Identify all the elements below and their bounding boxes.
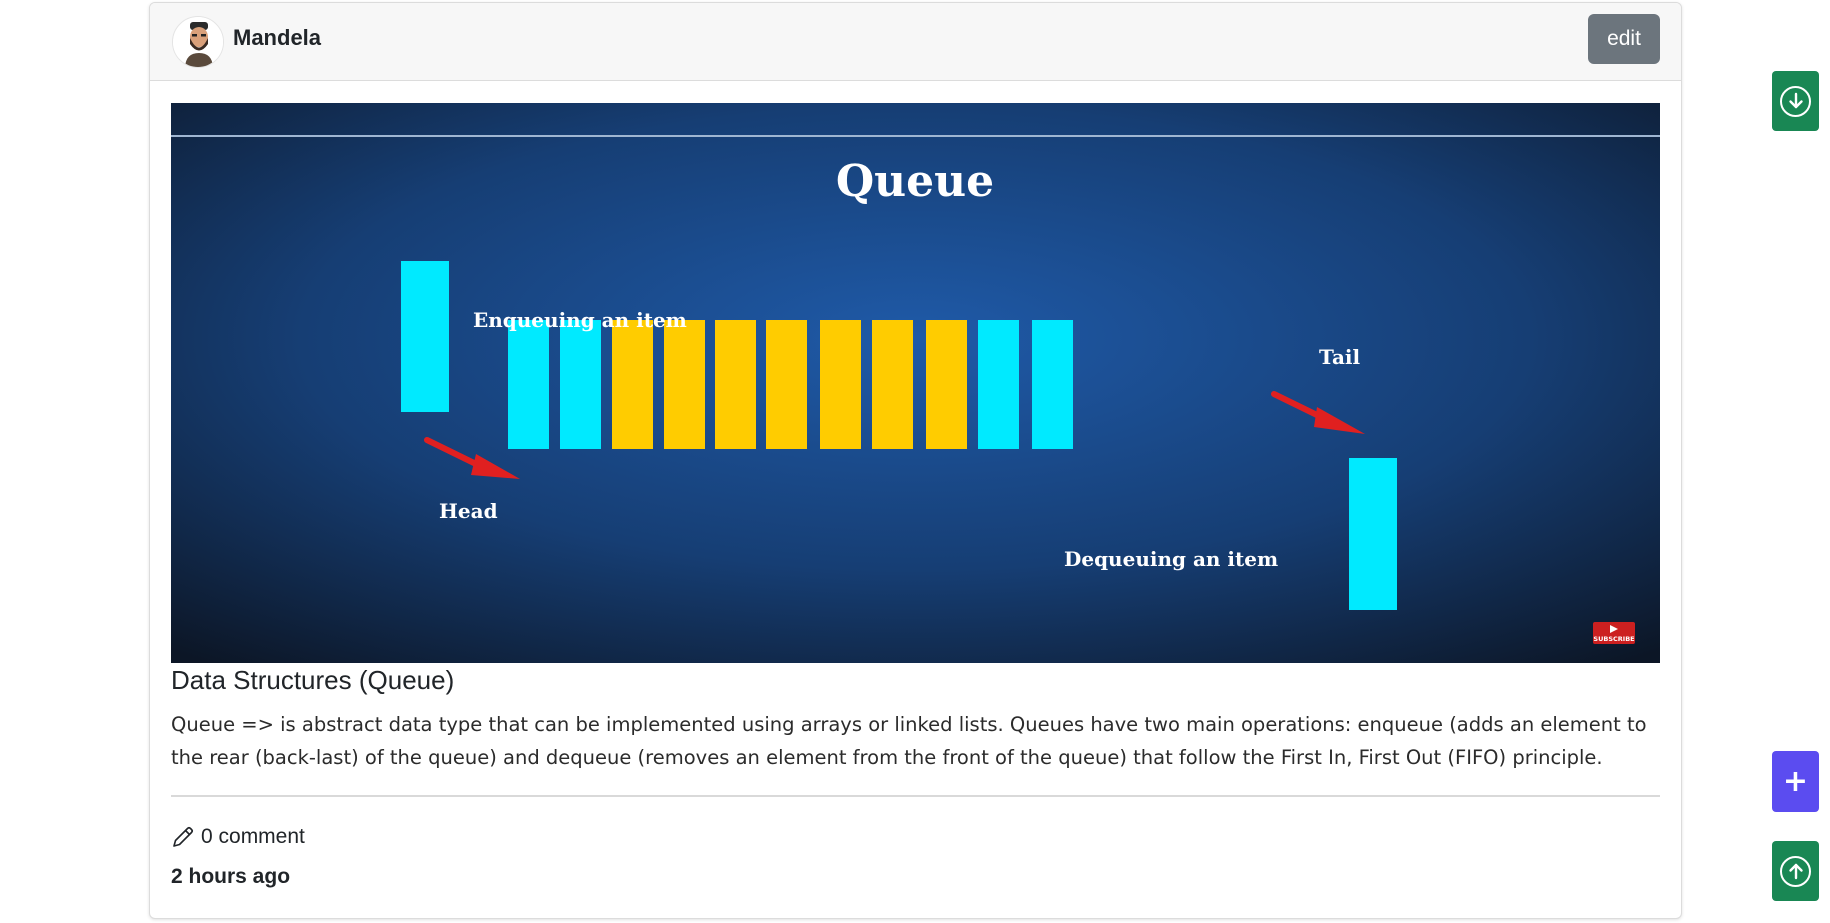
post-body: Queue => is abstract data type that can … xyxy=(171,713,1647,769)
plus-icon: + xyxy=(1782,763,1809,799)
queue-item xyxy=(820,320,861,449)
queue-item xyxy=(508,320,549,449)
queue-diagram: Queue Enqueuing an item Head Tail Dequeu… xyxy=(171,103,1660,663)
post-title: Data Structures (Queue) xyxy=(171,665,455,695)
scroll-up-button[interactable] xyxy=(1772,841,1819,901)
head-label: Head xyxy=(439,499,498,523)
diagram-title: Queue xyxy=(836,156,994,207)
post-image: Queue Enqueuing an item Head Tail Dequeu… xyxy=(171,103,1660,663)
enqueue-item xyxy=(401,261,449,412)
queue-item xyxy=(715,320,756,449)
queue-item xyxy=(1032,320,1073,449)
queue-item xyxy=(612,320,653,449)
queue-item xyxy=(978,320,1019,449)
subscribe-label: SUBSCRIBE xyxy=(1593,635,1634,643)
scroll-down-button[interactable] xyxy=(1772,71,1819,131)
divider xyxy=(171,795,1660,797)
tail-label: Tail xyxy=(1319,345,1361,369)
avatar[interactable] xyxy=(172,16,224,68)
queue-item xyxy=(872,320,913,449)
arrow-down-circle-icon xyxy=(1780,85,1811,117)
queue-item xyxy=(926,320,967,449)
post-timestamp: 2 hours ago xyxy=(171,865,291,888)
queue-item xyxy=(664,320,705,449)
enqueue-label: Enqueuing an item xyxy=(473,308,687,332)
comment-count[interactable]: 0 comment xyxy=(201,825,305,849)
add-post-button[interactable]: + xyxy=(1772,751,1819,812)
post-card: Mandela edit Queue Enqueuing an item Hea… xyxy=(149,2,1682,919)
queue-items xyxy=(508,320,1073,449)
queue-item xyxy=(560,320,601,449)
comment-link[interactable]: 0 comment xyxy=(171,823,305,851)
edit-button[interactable]: edit xyxy=(1588,14,1660,64)
author-name[interactable]: Mandela xyxy=(233,25,321,51)
subscribe-badge: SUBSCRIBE xyxy=(1593,622,1635,644)
post-header: Mandela edit xyxy=(150,3,1681,81)
dequeue-item xyxy=(1349,458,1397,610)
pencil-icon xyxy=(171,825,195,849)
arrow-up-circle-icon xyxy=(1780,855,1811,887)
avatar-image xyxy=(173,17,223,67)
dequeue-label: Dequeuing an item xyxy=(1064,547,1278,571)
queue-item xyxy=(766,320,807,449)
